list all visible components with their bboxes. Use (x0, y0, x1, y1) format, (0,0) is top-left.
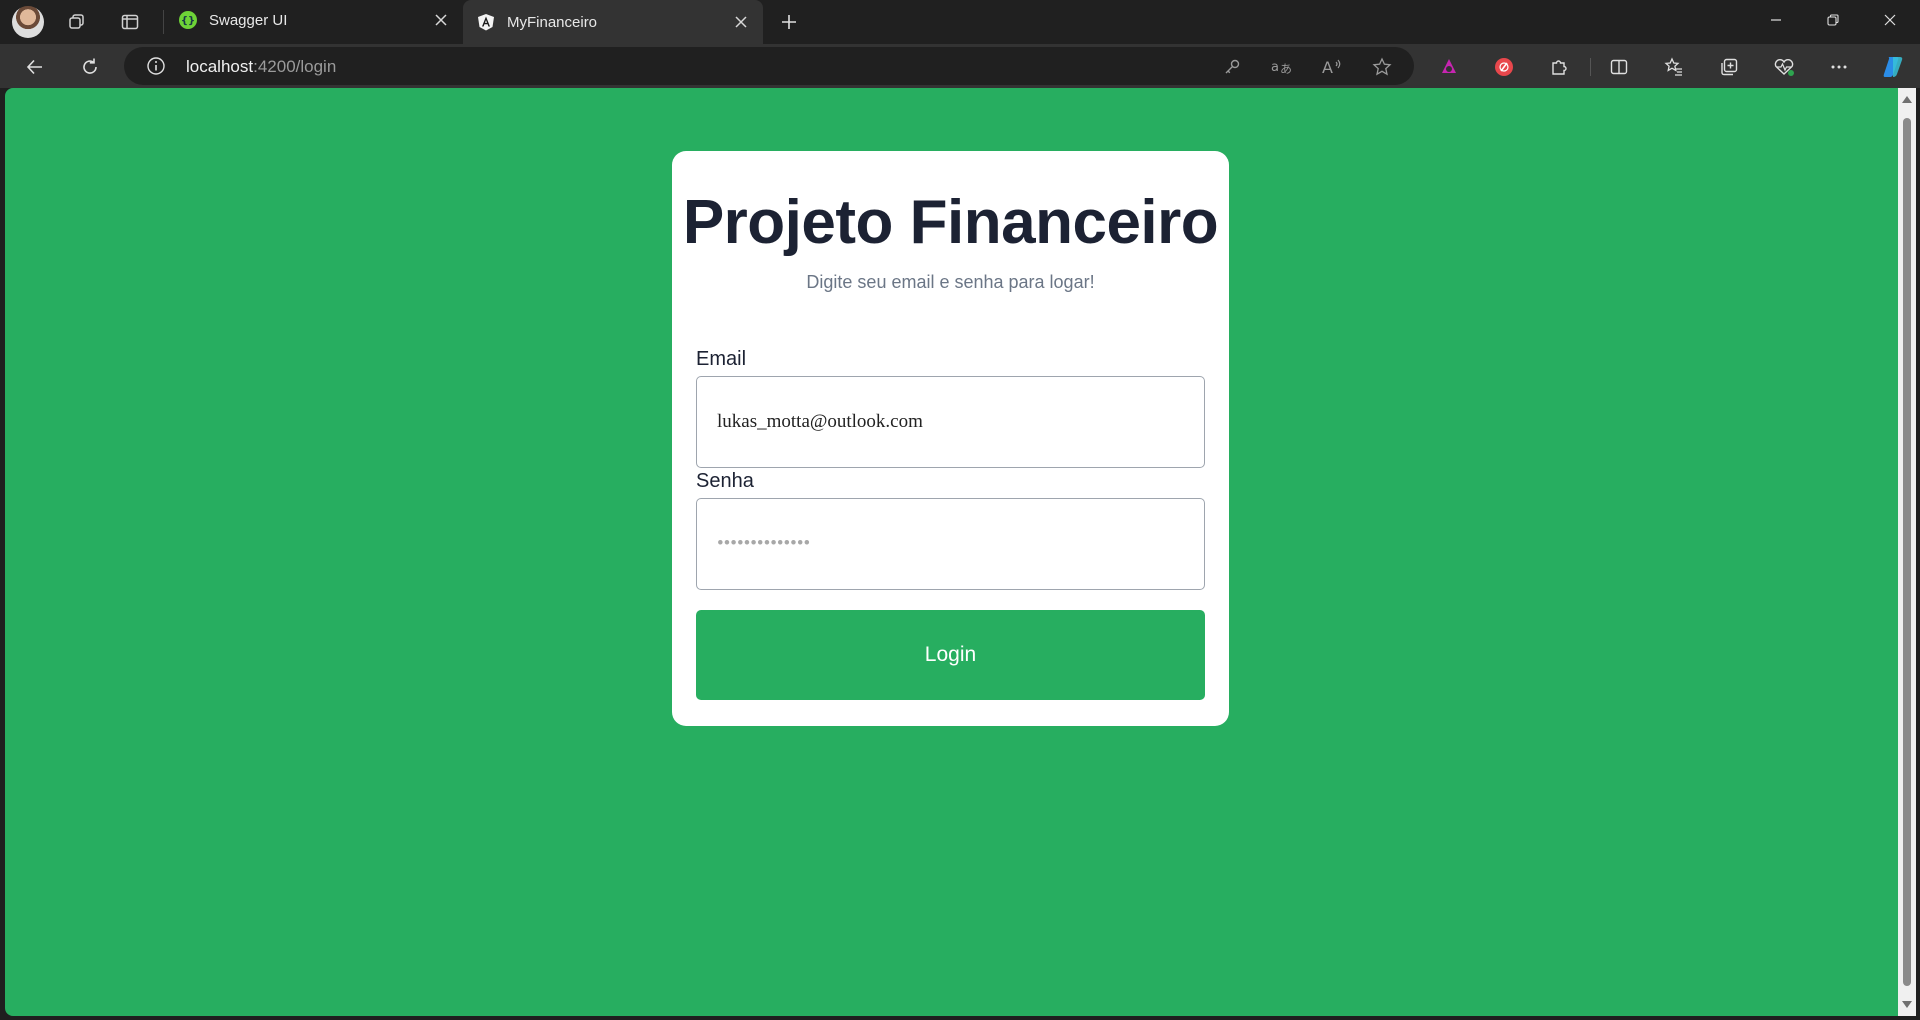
svg-text:A: A (1322, 58, 1333, 76)
toolbar-divider (1590, 58, 1591, 76)
close-window-icon[interactable] (1862, 0, 1918, 40)
tab-actions-icon[interactable] (116, 8, 144, 36)
login-button[interactable]: Login (696, 610, 1205, 700)
svg-text:{}: {} (182, 16, 194, 27)
password-label: Senha (696, 470, 754, 492)
email-field[interactable] (717, 407, 1177, 437)
page-scrollbar[interactable] (1898, 88, 1916, 1016)
browser-toolbar: localhost:4200/login aあ A (0, 44, 1920, 88)
svg-text:あ: あ (1280, 62, 1292, 76)
address-bar[interactable]: localhost:4200/login aあ A (124, 47, 1414, 85)
key-icon[interactable] (1220, 55, 1244, 79)
scroll-up-arrow-icon[interactable] (1902, 96, 1912, 103)
extensions-icon[interactable] (1544, 52, 1574, 82)
browser-essentials-icon[interactable] (1769, 52, 1799, 82)
translate-icon[interactable]: aあ (1270, 55, 1294, 79)
password-field[interactable] (717, 529, 1177, 559)
page-title: Projeto Financeiro (682, 188, 1219, 257)
tab-title: MyFinanceiro (507, 13, 598, 31)
page-viewport: Projeto Financeiro Digite seu email e se… (5, 88, 1898, 1016)
page-subtitle: Digite seu email e senha para logar! (806, 272, 1095, 292)
refresh-icon[interactable] (75, 52, 105, 82)
scroll-down-arrow-icon[interactable] (1902, 1001, 1912, 1008)
split-screen-icon[interactable] (1604, 52, 1634, 82)
new-tab-icon[interactable] (775, 8, 803, 36)
login-card: Projeto Financeiro Digite seu email e se… (672, 151, 1229, 726)
profile-avatar[interactable] (12, 6, 44, 38)
url-text: localhost:4200/login (186, 57, 336, 77)
tab-title: Swagger UI (209, 11, 288, 29)
scroll-thumb[interactable] (1903, 118, 1911, 986)
restore-icon[interactable] (1805, 0, 1861, 40)
favorite-star-icon[interactable] (1370, 55, 1394, 79)
extension-red-icon[interactable] (1489, 52, 1519, 82)
more-options-icon[interactable] (1824, 52, 1854, 82)
favorites-icon[interactable] (1659, 52, 1689, 82)
collections-icon[interactable] (1714, 52, 1744, 82)
close-tab-icon[interactable] (729, 10, 753, 34)
tab-myfinanceiro[interactable]: MyFinanceiro (463, 0, 763, 44)
angular-icon (477, 13, 495, 31)
extension-purple-icon[interactable] (1434, 52, 1464, 82)
read-aloud-icon[interactable]: A (1320, 55, 1344, 79)
copilot-icon[interactable] (1878, 52, 1908, 82)
swagger-icon: {} (179, 11, 197, 29)
url-host: localhost (186, 57, 254, 76)
email-label: Email (696, 348, 747, 370)
svg-text:a: a (1271, 60, 1279, 75)
close-tab-icon[interactable] (429, 8, 453, 32)
site-info-icon[interactable] (146, 56, 166, 76)
tab-strip: {} Swagger UI MyFinanceiro (0, 0, 1920, 44)
workspaces-icon[interactable] (63, 8, 91, 36)
tabstrip-divider (163, 10, 164, 34)
url-path: :4200/login (253, 57, 337, 76)
back-icon[interactable] (20, 52, 50, 82)
password-field-box (696, 498, 1205, 590)
tab-swagger[interactable]: {} Swagger UI (165, 0, 463, 40)
minimize-icon[interactable] (1748, 0, 1804, 40)
email-field-box (696, 376, 1205, 468)
